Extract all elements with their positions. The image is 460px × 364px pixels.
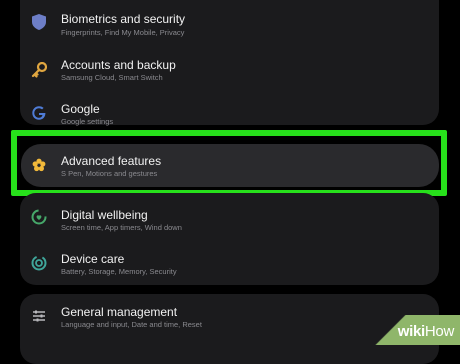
key-icon: [30, 61, 48, 79]
item-subtitle: Google settings: [61, 117, 114, 126]
item-subtitle: S Pen, Motions and gestures: [61, 169, 158, 178]
settings-item-advanced-features[interactable]: Advanced features S Pen, Motions and ges…: [21, 144, 439, 187]
item-title: Google: [61, 102, 100, 116]
item-title: Device care: [61, 252, 125, 266]
item-title: General management: [61, 305, 178, 319]
item-title: Biometrics and security: [61, 12, 186, 26]
item-subtitle: Language and input, Date and time, Reset: [61, 320, 202, 329]
item-subtitle: Fingerprints, Find My Mobile, Privacy: [61, 28, 185, 37]
settings-item-accounts[interactable]: Accounts and backup Samsung Cloud, Smart…: [0, 52, 460, 96]
item-subtitle: Samsung Cloud, Smart Switch: [61, 73, 163, 82]
wikihow-watermark: wikiHow: [368, 315, 460, 345]
gear-flower-icon: [30, 156, 48, 174]
item-title: Advanced features: [61, 154, 162, 168]
item-subtitle: Battery, Storage, Memory, Security: [61, 267, 177, 276]
item-title: Accounts and backup: [61, 58, 176, 72]
device-care-icon: [30, 254, 48, 272]
item-subtitle: Screen time, App timers, Wind down: [61, 223, 182, 232]
wellbeing-icon: [30, 208, 48, 226]
shield-icon: [30, 13, 48, 31]
settings-item-digital-wellbeing[interactable]: Digital wellbeing Screen time, App timer…: [0, 196, 460, 240]
item-title: Digital wellbeing: [61, 208, 148, 222]
wikihow-logo-text: wikiHow: [397, 323, 455, 340]
sliders-icon: [30, 307, 48, 325]
settings-item-biometrics[interactable]: Biometrics and security Fingerprints, Fi…: [0, 0, 460, 44]
settings-item-device-care[interactable]: Device care Battery, Storage, Memory, Se…: [0, 246, 460, 290]
google-icon: [30, 104, 48, 122]
